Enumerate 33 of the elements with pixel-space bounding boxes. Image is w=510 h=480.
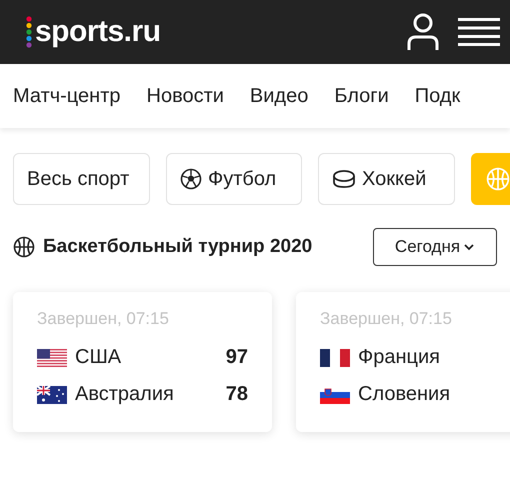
flag-icon <box>37 348 67 366</box>
nav-link[interactable]: Матч-центр <box>13 84 120 108</box>
flag-icon <box>320 348 350 366</box>
basketball-icon <box>13 236 35 258</box>
menu-icon[interactable] <box>458 17 500 47</box>
team-score: 97 <box>226 346 248 369</box>
nav-link[interactable]: Блоги <box>334 84 389 108</box>
flag-icon <box>37 386 67 404</box>
nav-link[interactable]: Видео <box>250 84 308 108</box>
basketball-icon <box>486 167 510 191</box>
tournament-title: Баскетбольный турнир 2020 <box>43 236 312 258</box>
team-score: 78 <box>226 383 248 406</box>
sport-filter-chip[interactable]: Хоккей <box>318 153 455 205</box>
team-name: США <box>75 346 122 369</box>
team-name: Словения <box>358 383 452 406</box>
match-card[interactable]: Завершен, 07:15 США 97 Австралия 78 <box>13 292 272 432</box>
puck-icon <box>332 169 356 189</box>
sport-filter-chip[interactable]: Весь спорт <box>13 153 150 205</box>
user-icon[interactable] <box>406 13 440 51</box>
sport-filter-chip[interactable]: Футбол <box>166 153 302 205</box>
match-card[interactable]: Завершен, 07:15 Франция Словения <box>296 292 510 432</box>
nav-link[interactable]: Новости <box>146 84 224 108</box>
team-name: Австралия <box>75 383 175 406</box>
soccer-ball-icon <box>180 168 202 190</box>
match-status: Завершен, 07:15 <box>37 309 170 329</box>
logo[interactable]: sports.ru <box>35 15 161 49</box>
team-name: Франция <box>358 346 441 369</box>
match-status: Завершен, 07:15 <box>320 309 453 329</box>
date-dropdown[interactable]: Сегодня <box>373 228 497 266</box>
nav-link[interactable]: Подк <box>414 84 460 108</box>
logo-dots-icon <box>26 16 32 48</box>
flag-icon <box>320 386 350 404</box>
chevron-down-icon <box>463 243 476 251</box>
